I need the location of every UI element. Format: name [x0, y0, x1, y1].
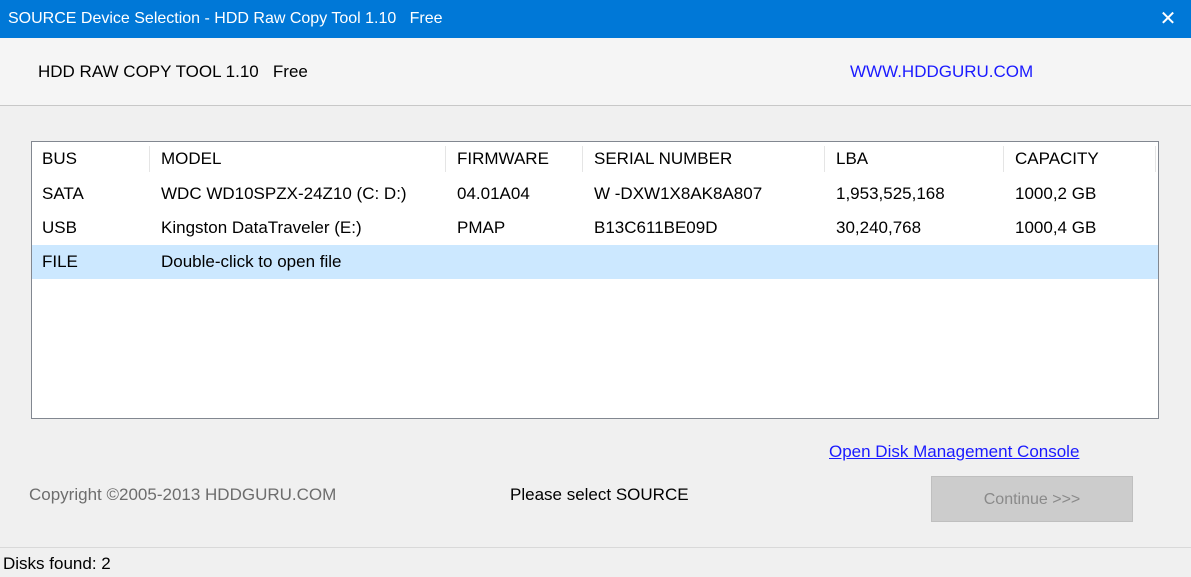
device-capacity: 1000,2 GB	[1015, 184, 1097, 203]
device-bus: FILE	[42, 252, 78, 271]
copyright-text: Copyright ©2005-2013 HDDGURU.COM	[29, 485, 337, 504]
title-bar[interactable]: SOURCE Device Selection - HDD Raw Copy T…	[0, 0, 1191, 38]
device-lba: 1,953,525,168	[836, 184, 945, 203]
device-bus: SATA	[42, 184, 84, 203]
window-title: SOURCE Device Selection - HDD Raw Copy T…	[8, 10, 443, 27]
column-separator	[445, 146, 446, 172]
device-capacity: 1000,4 GB	[1015, 218, 1097, 237]
column-header-firmware[interactable]: FIRMWARE	[457, 142, 549, 176]
column-header-model[interactable]: MODEL	[161, 142, 221, 176]
device-list[interactable]: BUS MODEL FIRMWARE SERIAL NUMBER LBA CAP…	[31, 141, 1159, 419]
website-link[interactable]: WWW.HDDGURU.COM	[850, 62, 1033, 82]
device-serial-number: W -DXW1X8AK8A807	[594, 184, 763, 203]
device-bus: USB	[42, 218, 77, 237]
source-device-selection-window: SOURCE Device Selection - HDD Raw Copy T…	[0, 0, 1191, 577]
device-firmware: PMAP	[457, 218, 506, 237]
device-model: Kingston DataTraveler (E:)	[161, 218, 362, 237]
disks-found-label: Disks found: 2	[3, 554, 111, 573]
main-content: BUS MODEL FIRMWARE SERIAL NUMBER LBA CAP…	[0, 107, 1191, 547]
column-header-serial-number[interactable]: SERIAL NUMBER	[594, 142, 732, 176]
column-separator	[1155, 146, 1156, 172]
status-message: Please select SOURCE	[510, 485, 689, 504]
open-disk-management-link[interactable]: Open Disk Management Console	[829, 442, 1079, 462]
status-bar: Disks found: 2	[0, 547, 1191, 577]
app-header: HDD RAW COPY TOOL 1.10 Free WWW.HDDGURU.…	[0, 38, 1191, 106]
column-header-lba[interactable]: LBA	[836, 142, 868, 176]
column-separator	[824, 146, 825, 172]
column-header-capacity[interactable]: CAPACITY	[1015, 142, 1099, 176]
column-separator	[149, 146, 150, 172]
column-separator	[1003, 146, 1004, 172]
device-row-usb[interactable]: USB Kingston DataTraveler (E:) PMAP B13C…	[32, 211, 1158, 245]
device-model: WDC WD10SPZX-24Z10 (C: D:)	[161, 184, 407, 203]
device-row-sata[interactable]: SATA WDC WD10SPZX-24Z10 (C: D:) 04.01A04…	[32, 177, 1158, 211]
device-model: Double-click to open file	[161, 252, 342, 271]
device-row-file[interactable]: FILE Double-click to open file	[32, 245, 1158, 279]
close-icon[interactable]: ✕	[1145, 0, 1191, 38]
device-serial-number: B13C611BE09D	[594, 218, 718, 237]
device-firmware: 04.01A04	[457, 184, 530, 203]
app-name-label: HDD RAW COPY TOOL 1.10 Free	[38, 62, 308, 81]
column-separator	[582, 146, 583, 172]
device-lba: 30,240,768	[836, 218, 922, 237]
column-header-bus[interactable]: BUS	[42, 142, 77, 176]
continue-button[interactable]: Continue >>>	[931, 476, 1133, 522]
device-list-header: BUS MODEL FIRMWARE SERIAL NUMBER LBA CAP…	[32, 142, 1158, 176]
